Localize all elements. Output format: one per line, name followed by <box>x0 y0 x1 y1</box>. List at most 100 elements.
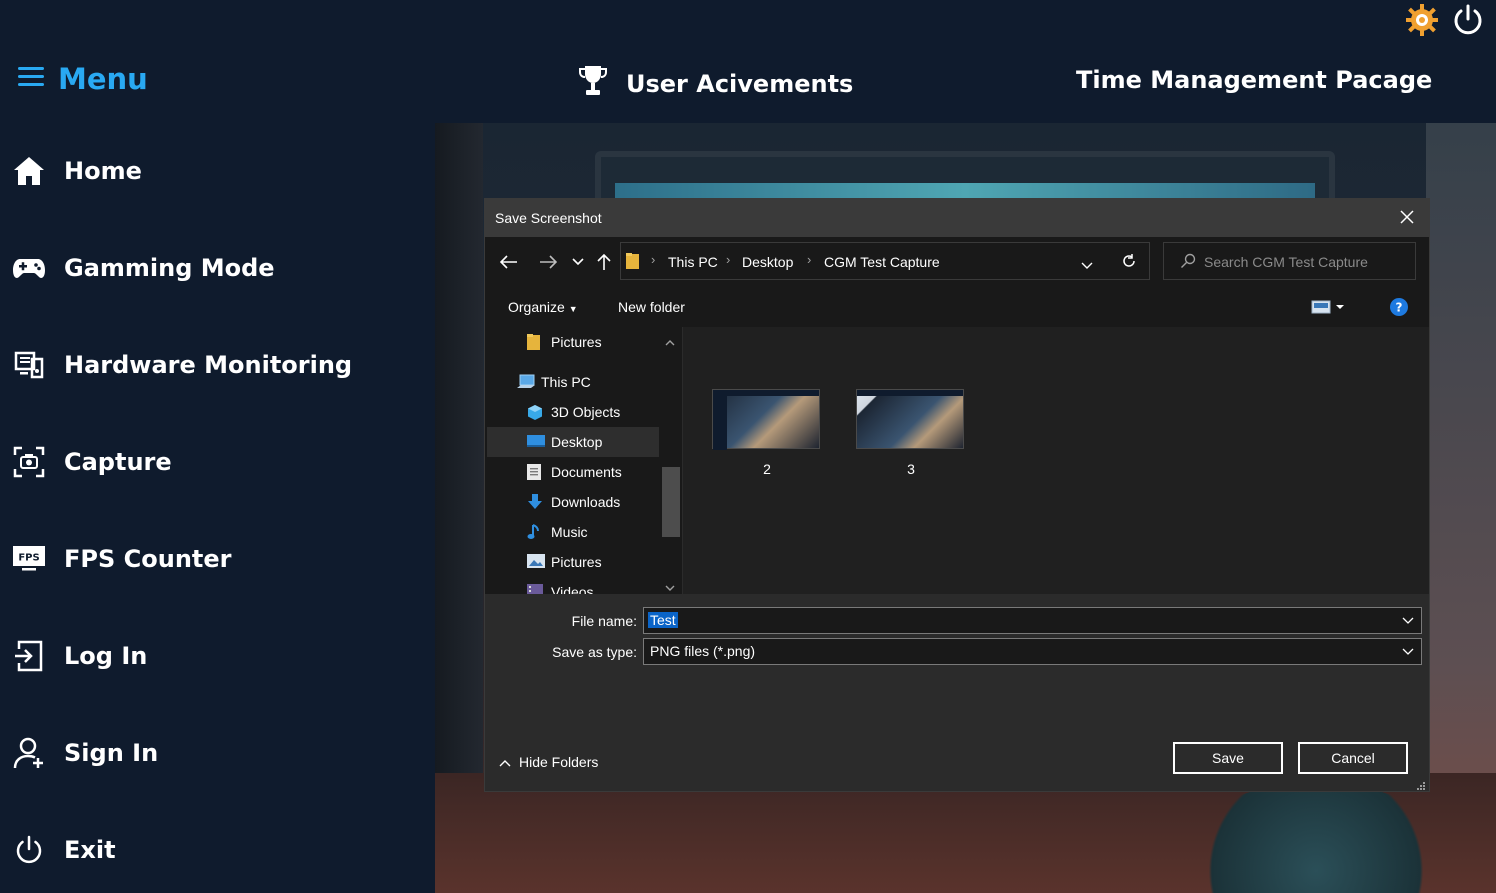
sidebar-item-label: FPS Counter <box>64 545 232 573</box>
save-button[interactable]: Save <box>1173 742 1283 774</box>
refresh-icon[interactable] <box>1121 253 1137 272</box>
file-item[interactable]: 3 <box>856 389 966 477</box>
hide-folders-toggle[interactable]: Hide Folders <box>499 754 598 770</box>
user-achievements-link[interactable]: User Acivements <box>578 64 853 104</box>
dialog-toolbar: Organize ▼ New folder ? <box>485 287 1429 327</box>
forward-arrow-icon[interactable] <box>537 251 559 273</box>
tree-item-music[interactable]: Music <box>527 517 661 547</box>
tree-item-this-pc[interactable]: This PC <box>517 367 661 397</box>
file-name-label: 2 <box>763 461 771 477</box>
tree-item-label: Desktop <box>551 434 603 450</box>
capture-camera-icon <box>12 445 46 479</box>
help-icon[interactable]: ? <box>1389 297 1409 320</box>
breadcrumb-this-pc[interactable]: This PC <box>668 254 718 270</box>
time-management-link[interactable]: Time Management Pacage <box>1076 66 1432 94</box>
search-input[interactable] <box>1204 251 1404 273</box>
navigation-scrollbar[interactable] <box>661 327 680 594</box>
sidebar-item-label: Gamming Mode <box>64 254 275 282</box>
scene-plant <box>1196 783 1436 893</box>
chevron-down-icon[interactable] <box>1401 644 1415 658</box>
address-bar[interactable]: › This PC › Desktop › CGM Test Capture <box>620 242 1150 280</box>
top-bar: Menu User Acivements Time Management Pac… <box>0 0 1496 123</box>
sidebar-item-hardware-monitoring[interactable]: Hardware Monitoring <box>12 345 352 385</box>
sidebar: Home Gamming Mode Hardware Monitoring Ca… <box>0 123 435 893</box>
search-icon <box>1180 253 1196 272</box>
save-type-field-label: Save as type: <box>552 644 637 660</box>
svg-text:FPS: FPS <box>18 553 39 564</box>
home-icon <box>12 154 46 188</box>
file-thumbnail <box>712 389 820 450</box>
scrollbar-thumb[interactable] <box>662 467 680 537</box>
menu-label: Menu <box>58 62 148 96</box>
computer-icon <box>517 374 535 390</box>
cube-icon <box>527 404 543 420</box>
file-name-input[interactable]: Test <box>643 607 1422 634</box>
chevron-down-icon: ▼ <box>568 304 578 314</box>
sidebar-item-label: Log In <box>64 642 148 670</box>
user-add-icon <box>12 736 46 770</box>
search-box[interactable] <box>1163 242 1416 280</box>
tree-item-pictures[interactable]: Pictures <box>527 547 661 577</box>
back-arrow-icon[interactable] <box>498 251 520 273</box>
menu-toggle-button[interactable]: Menu <box>18 62 148 96</box>
sidebar-item-sign-in[interactable]: Sign In <box>12 733 158 773</box>
tree-item-label: 3D Objects <box>551 404 621 420</box>
save-screenshot-dialog: Save Screenshot › This PC › Desktop › CG… <box>485 199 1429 791</box>
breadcrumb-cgm-test-capture[interactable]: CGM Test Capture <box>824 254 940 270</box>
file-item[interactable]: 2 <box>712 389 822 477</box>
recent-locations-chevron-icon[interactable] <box>567 251 589 273</box>
scroll-up-chevron-icon[interactable] <box>665 333 675 349</box>
navigation-pane: Pictures This PC 3D Objects Desktop Docu… <box>485 327 682 594</box>
tree-item-label: Documents <box>551 464 622 480</box>
save-type-select[interactable]: PNG files (*.png) <box>643 638 1422 665</box>
organize-button[interactable]: Organize ▼ <box>508 299 578 315</box>
file-thumbnail <box>856 389 964 449</box>
up-arrow-icon[interactable] <box>593 251 615 273</box>
sidebar-item-log-in[interactable]: Log In <box>12 636 147 676</box>
breadcrumb-desktop[interactable]: Desktop <box>742 254 793 270</box>
dialog-title: Save Screenshot <box>495 210 602 226</box>
tree-item-videos[interactable]: Videos <box>527 577 661 594</box>
power-icon <box>12 833 46 867</box>
new-folder-button[interactable]: New folder <box>618 299 685 315</box>
file-name-field-label: File name: <box>571 613 637 629</box>
folder-icon <box>527 334 543 350</box>
gamepad-icon <box>12 251 46 285</box>
view-options-icon[interactable] <box>1311 300 1345 317</box>
desktop-icon <box>527 434 545 450</box>
tree-item-3d-objects[interactable]: 3D Objects <box>527 397 661 427</box>
sidebar-item-fps-counter[interactable]: FPS FPS Counter <box>12 539 231 579</box>
tree-item-label: This PC <box>541 374 591 390</box>
chevron-down-icon[interactable] <box>1401 613 1415 627</box>
sidebar-item-exit[interactable]: Exit <box>12 830 116 870</box>
sidebar-item-gaming-mode[interactable]: Gamming Mode <box>12 248 275 288</box>
sidebar-item-label: Sign In <box>64 739 159 767</box>
file-list-pane: 2 3 <box>682 327 1429 594</box>
pictures-icon <box>527 554 545 570</box>
organize-label: Organize <box>508 299 565 315</box>
gear-icon[interactable] <box>1404 2 1440 38</box>
tree-item-desktop[interactable]: Desktop <box>487 427 659 457</box>
resize-grip-icon[interactable] <box>1416 778 1426 790</box>
sidebar-item-capture[interactable]: Capture <box>12 442 172 482</box>
power-icon[interactable] <box>1450 2 1486 38</box>
sidebar-item-label: Capture <box>64 448 172 476</box>
hamburger-icon <box>18 62 46 96</box>
scroll-down-chevron-icon[interactable] <box>665 579 675 594</box>
login-icon <box>12 639 46 673</box>
save-type-value: PNG files (*.png) <box>650 643 756 659</box>
close-icon[interactable] <box>1397 207 1417 227</box>
address-dropdown-icon[interactable] <box>1081 257 1093 273</box>
sidebar-item-label: Home <box>64 157 142 185</box>
tree-item-label: Music <box>551 524 588 540</box>
tree-item-label: Downloads <box>551 494 621 510</box>
document-icon <box>527 464 543 480</box>
sidebar-item-home[interactable]: Home <box>12 151 142 191</box>
cancel-button[interactable]: Cancel <box>1298 742 1408 774</box>
file-name-label: 3 <box>907 461 915 477</box>
tree-item-pictures-quick[interactable]: Pictures <box>527 327 661 357</box>
tree-item-label: Pictures <box>551 334 602 350</box>
sidebar-item-label: Hardware Monitoring <box>64 351 353 379</box>
tree-item-documents[interactable]: Documents <box>527 457 661 487</box>
tree-item-downloads[interactable]: Downloads <box>527 487 661 517</box>
